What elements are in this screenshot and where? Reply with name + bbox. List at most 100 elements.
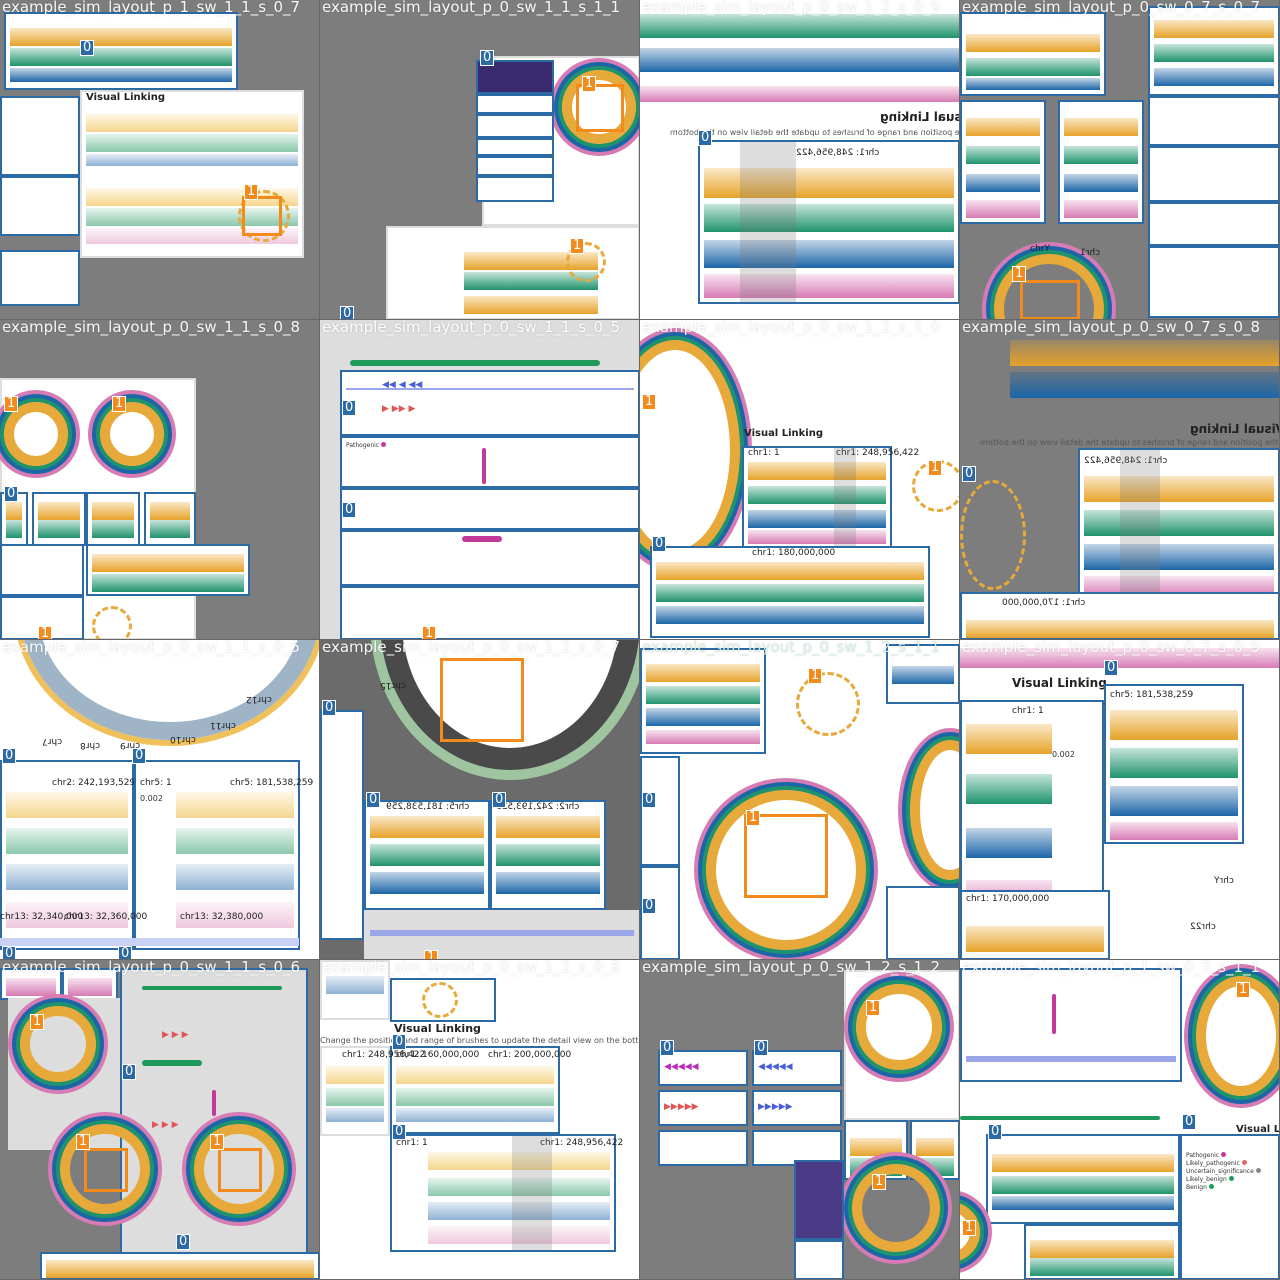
gene-panel[interactable]: ▶▶▶▶▶: [752, 1090, 842, 1126]
gene-panel[interactable]: [1148, 202, 1279, 246]
circos-view[interactable]: [92, 606, 132, 639]
track-panel[interactable]: [476, 176, 554, 202]
panel-heading: Visual Linking: [880, 110, 959, 124]
track-panel[interactable]: [476, 114, 554, 138]
detail-panel[interactable]: chr5: 181,538,259: [1104, 684, 1244, 844]
brush-badge: 1: [30, 1014, 45, 1030]
cell-5: example_sim_layout_p_0_sw_1_1_s_0_5 ◀◀ ◀…: [320, 320, 640, 640]
gene-panel[interactable]: [340, 586, 639, 639]
cell-12: example_sim_layout_p_0_sw_1_1_s_0_6 1 ▶ …: [0, 960, 320, 1280]
track-panel[interactable]: [40, 1252, 319, 1279]
circos-view[interactable]: [796, 672, 860, 736]
brush-badge: 1: [962, 1220, 977, 1236]
track-panel[interactable]: [476, 156, 554, 176]
overview-panel[interactable]: chr1: 170,000,000: [960, 592, 1279, 639]
circos-thumbnail-panel[interactable]: [390, 978, 496, 1022]
heatmap-panel[interactable]: [794, 1160, 844, 1240]
brush-rect[interactable]: [1020, 280, 1080, 319]
track-panel[interactable]: [960, 100, 1046, 224]
circos-view[interactable]: [640, 340, 740, 560]
overview-panel[interactable]: chr1: 170,000,000: [960, 890, 1110, 959]
cell-title: example_sim_layout_p_0_sw_1_2_s_1_1: [642, 640, 941, 656]
gene-panel[interactable]: [640, 756, 680, 866]
brush-rect[interactable]: [440, 658, 524, 742]
gene-panel[interactable]: ▶ ▶ ▶ ▶ ▶ ▶: [120, 968, 308, 1268]
view-badge: 0: [392, 1034, 407, 1050]
chrom-label: chrY: [1214, 876, 1234, 886]
track-panel[interactable]: [32, 492, 86, 546]
brush-badge: 1: [422, 626, 437, 639]
track-panel[interactable]: [1148, 6, 1279, 96]
cell-3: example_sim_layout_p_0_sw_0_7_s_0_7 1 ch…: [960, 0, 1280, 320]
gene-panel[interactable]: [960, 968, 1182, 1082]
axis-label: chr13: 32,380,000: [180, 912, 264, 922]
circos-view[interactable]: [852, 1164, 940, 1252]
brush-rect[interactable]: [218, 1148, 262, 1192]
circos-view[interactable]: [960, 480, 1026, 590]
axis-label: chr2: 242,193,529: [52, 778, 136, 788]
gene-panel[interactable]: [1148, 246, 1279, 318]
axis-label: chr1: 1: [1012, 706, 1044, 716]
gene-panel[interactable]: [1148, 146, 1279, 202]
track-panel[interactable]: [476, 94, 554, 114]
axis-label: chr2: 242,193,529: [496, 802, 580, 812]
gene-panel[interactable]: [0, 544, 84, 596]
gene-panel[interactable]: ▶▶▶▶▶: [658, 1090, 748, 1126]
gene-panel[interactable]: [340, 488, 639, 530]
gene-panel[interactable]: [320, 710, 364, 940]
gene-panel[interactable]: [0, 96, 80, 176]
y-tick: 0.002: [1052, 750, 1075, 759]
circos-view[interactable]: [856, 984, 942, 1070]
detail-panel[interactable]: chr1: 248,956,422: [1078, 448, 1279, 608]
overview-panel[interactable]: [1024, 1224, 1180, 1279]
variant-panel[interactable]: Pathogenic: [340, 436, 639, 488]
track-panel[interactable]: [86, 492, 140, 546]
circos-view[interactable]: [100, 402, 164, 466]
variant-panel[interactable]: [340, 530, 639, 586]
track-panel[interactable]: [960, 12, 1106, 96]
track-panel[interactable]: chr2: 242,193,529: [490, 800, 606, 910]
gene-panel[interactable]: ◀◀ ◀ ◀◀ ▶ ▶▶ ▶: [340, 370, 639, 436]
track-panel[interactable]: [794, 1240, 844, 1279]
gene-panel[interactable]: [886, 886, 959, 959]
gene-panel[interactable]: [658, 1130, 748, 1166]
track-panel[interactable]: [476, 138, 554, 156]
detail-panel[interactable]: chr1: 1 chr1: 248,956,422: [742, 446, 919, 550]
axis-label: chr1: 248,956,422: [540, 1138, 624, 1148]
variant-panel[interactable]: Pathogenic Likely_pathogenic Uncertain_sig…: [1180, 1134, 1279, 1279]
axis-label: chr5: 1: [140, 778, 172, 788]
detail-panel[interactable]: chr1: 248,956,422: [698, 140, 959, 304]
overview-panel[interactable]: chr1: 180,000,000: [650, 546, 930, 638]
chrom-label: chr12: [246, 694, 272, 704]
brush-rect[interactable]: [242, 196, 282, 236]
gene-panel[interactable]: [364, 910, 639, 959]
view-badge: 0: [2, 946, 17, 959]
gene-panel[interactable]: [0, 176, 80, 236]
cell-title: example_sim_layout_p_1_sw_1_1_s_0_7: [2, 0, 301, 16]
cell-7: example_sim_layout_p_0_sw_0_7_s_0_8 Visu…: [960, 320, 1280, 640]
view-badge: 0: [480, 50, 495, 66]
cell-title: example_sim_layout_p_0_sw_1_2_s_1_2: [642, 960, 941, 976]
gene-panel[interactable]: [1148, 96, 1279, 146]
track-panel[interactable]: [1058, 100, 1144, 224]
track-panel[interactable]: chr1: 248,956,422: [320, 1046, 425, 1136]
cell-title: example_sim_layout_p_0_sw_1_1_s_0_5: [2, 640, 301, 656]
cell-title: example_sim_layout_p_0_sw_0_7_s_0_7: [962, 0, 1261, 16]
detail-panel[interactable]: [986, 1134, 1180, 1224]
track-panel[interactable]: [640, 648, 766, 754]
overview-panel[interactable]: [4, 12, 238, 90]
track-panel[interactable]: [144, 492, 196, 546]
gene-panel[interactable]: [0, 250, 80, 306]
cell-1: example_sim_layout_p_0_sw_1_1_s_1_1 1 0 …: [320, 0, 640, 320]
panel-heading: Visual Linking: [86, 92, 165, 103]
brush-rect[interactable]: [744, 814, 828, 898]
circos-view[interactable]: [910, 740, 959, 880]
brush-rect[interactable]: [84, 1148, 128, 1192]
detail-panel[interactable]: chr1: 1 chr1: 248,956,422: [390, 1134, 623, 1252]
view-badge: 0: [642, 792, 657, 808]
view-badge: 0: [698, 130, 713, 146]
track-panel[interactable]: [86, 544, 250, 596]
brush-badge: 1: [642, 394, 657, 410]
panel-subtitle: Change the position and range of brushes…: [980, 438, 1280, 447]
track-panel[interactable]: chr5: 181,538,259: [364, 800, 490, 910]
